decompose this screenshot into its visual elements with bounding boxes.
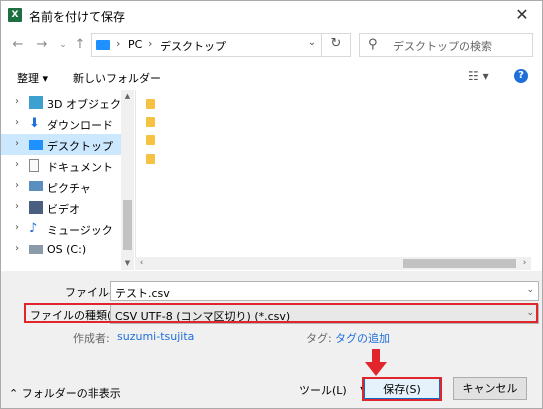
help-icon[interactable]: ?: [514, 69, 528, 83]
nav-label: OS (C:): [47, 243, 87, 256]
tools-menu[interactable]: ツール(L) ▼: [299, 382, 369, 398]
filetype-highlight: [24, 303, 538, 323]
folder-icon[interactable]: [146, 135, 155, 145]
search-input[interactable]: ⚲ デスクトップの検索: [359, 33, 533, 57]
nav-item-desktop[interactable]: › デスクトップ: [1, 134, 121, 155]
nav-item-music[interactable]: › ♪ ミュージック: [1, 218, 121, 239]
download-icon: ⬇: [29, 116, 40, 131]
scrollbar-thumb[interactable]: [123, 200, 132, 250]
author-value[interactable]: suzumi-tsujita: [117, 330, 194, 343]
title-bar: X 名前を付けて保存 ✕: [1, 1, 542, 30]
document-icon: [29, 159, 39, 172]
address-bar[interactable]: › PC › デスクトップ ⌄: [91, 33, 351, 57]
view-options-icon[interactable]: ☷ ▾: [468, 69, 489, 83]
nav-scrollbar[interactable]: ▲ ▼: [121, 90, 134, 270]
expand-chevron-icon[interactable]: ›: [15, 222, 19, 233]
nav-item-3d-objects[interactable]: › 3D オブジェクト: [1, 92, 132, 113]
chevron-up-icon: ⌃: [9, 387, 19, 400]
back-icon[interactable]: ←: [10, 37, 26, 53]
chevron-right-icon: ›: [116, 37, 121, 50]
author-label: 作成者:: [73, 332, 110, 345]
nav-item-videos[interactable]: › ビデオ: [1, 197, 121, 218]
filename-input[interactable]: テスト.csv ⌄: [110, 281, 539, 301]
breadcrumb-desktop[interactable]: デスクトップ: [160, 38, 226, 54]
expand-chevron-icon[interactable]: ›: [15, 180, 19, 191]
drive-icon: [29, 245, 43, 254]
save-button-highlight: [362, 377, 442, 401]
pc-folder-icon: [96, 40, 110, 50]
toolbar: 整理 ▾ 新しいフォルダー ☷ ▾ ?: [1, 65, 542, 87]
tools-label: ツール(L): [299, 384, 347, 397]
nav-label: ダウンロード: [47, 119, 113, 132]
chevron-down-icon[interactable]: ⌄: [526, 285, 534, 295]
pictures-icon: [29, 181, 43, 191]
tags-label: タグ:: [306, 332, 332, 345]
dialog-title: 名前を付けて保存: [29, 10, 126, 24]
nav-item-pictures[interactable]: › ピクチャ: [1, 176, 121, 197]
3d-objects-icon: [29, 96, 43, 109]
nav-label: ピクチャ: [47, 182, 91, 195]
expand-chevron-icon[interactable]: ›: [15, 96, 19, 107]
cancel-button[interactable]: キャンセル: [453, 377, 527, 400]
expand-chevron-icon[interactable]: ›: [15, 159, 19, 170]
expand-chevron-icon[interactable]: ›: [15, 138, 19, 149]
search-icon: ⚲: [368, 37, 378, 52]
save-as-dialog: X 名前を付けて保存 ✕ ← → ⌄ ↑ › PC › デスクトップ ⌄ ↻ ⚲…: [0, 0, 543, 409]
file-list-scrollbar[interactable]: ‹ ›: [135, 257, 531, 270]
scroll-up-icon[interactable]: ▲: [121, 90, 134, 103]
nav-label: デスクトップ: [47, 140, 113, 153]
desktop-icon: [29, 140, 43, 150]
add-tag-link[interactable]: タグの追加: [335, 330, 390, 346]
close-icon[interactable]: ✕: [510, 3, 534, 27]
hide-folders-label: フォルダーの非表示: [21, 387, 121, 400]
scroll-right-icon[interactable]: ›: [518, 257, 531, 270]
video-icon: [29, 201, 43, 214]
nav-item-downloads[interactable]: › ⬇ ダウンロード: [1, 113, 121, 134]
nav-label: ビデオ: [47, 203, 80, 216]
chevron-right-icon: ›: [148, 37, 153, 50]
folder-icon[interactable]: [146, 117, 155, 127]
nav-item-os-drive[interactable]: › OS (C:): [1, 239, 121, 260]
expand-chevron-icon[interactable]: ›: [15, 243, 19, 254]
expand-chevron-icon[interactable]: ›: [15, 117, 19, 128]
expand-chevron-icon[interactable]: ›: [15, 201, 19, 212]
excel-icon: X: [8, 8, 22, 22]
file-list: [135, 90, 532, 270]
scrollbar-thumb[interactable]: [403, 259, 516, 268]
breadcrumb-pc[interactable]: PC: [128, 38, 142, 51]
search-placeholder: デスクトップの検索: [393, 40, 492, 53]
scroll-left-icon[interactable]: ‹: [135, 257, 148, 270]
music-icon: ♪: [29, 221, 38, 236]
forward-icon[interactable]: →: [34, 37, 50, 53]
organize-button[interactable]: 整理 ▾: [17, 70, 48, 86]
nav-label: ドキュメント: [47, 161, 113, 174]
nav-item-documents[interactable]: › ドキュメント: [1, 155, 121, 176]
new-folder-button[interactable]: 新しいフォルダー: [73, 70, 161, 86]
hide-folders-toggle[interactable]: ⌃ フォルダーの非表示: [9, 385, 121, 401]
up-icon[interactable]: ↑: [72, 37, 88, 53]
nav-label: 3D オブジェクト: [47, 98, 132, 111]
filename-value: テスト.csv: [115, 287, 170, 300]
recent-dropdown-icon[interactable]: ⌄: [55, 37, 71, 53]
red-down-arrow-icon: [365, 349, 387, 376]
scroll-down-icon[interactable]: ▼: [121, 257, 134, 270]
refresh-icon[interactable]: ↻: [321, 33, 350, 57]
nav-label: ミュージック: [47, 224, 113, 237]
folder-icon[interactable]: [146, 99, 155, 109]
address-dropdown-icon[interactable]: ⌄: [305, 37, 319, 48]
folder-icon[interactable]: [146, 154, 155, 164]
navigation-pane: › 3D オブジェクト › ⬇ ダウンロード › デスクトップ › ドキュメント…: [1, 90, 135, 270]
